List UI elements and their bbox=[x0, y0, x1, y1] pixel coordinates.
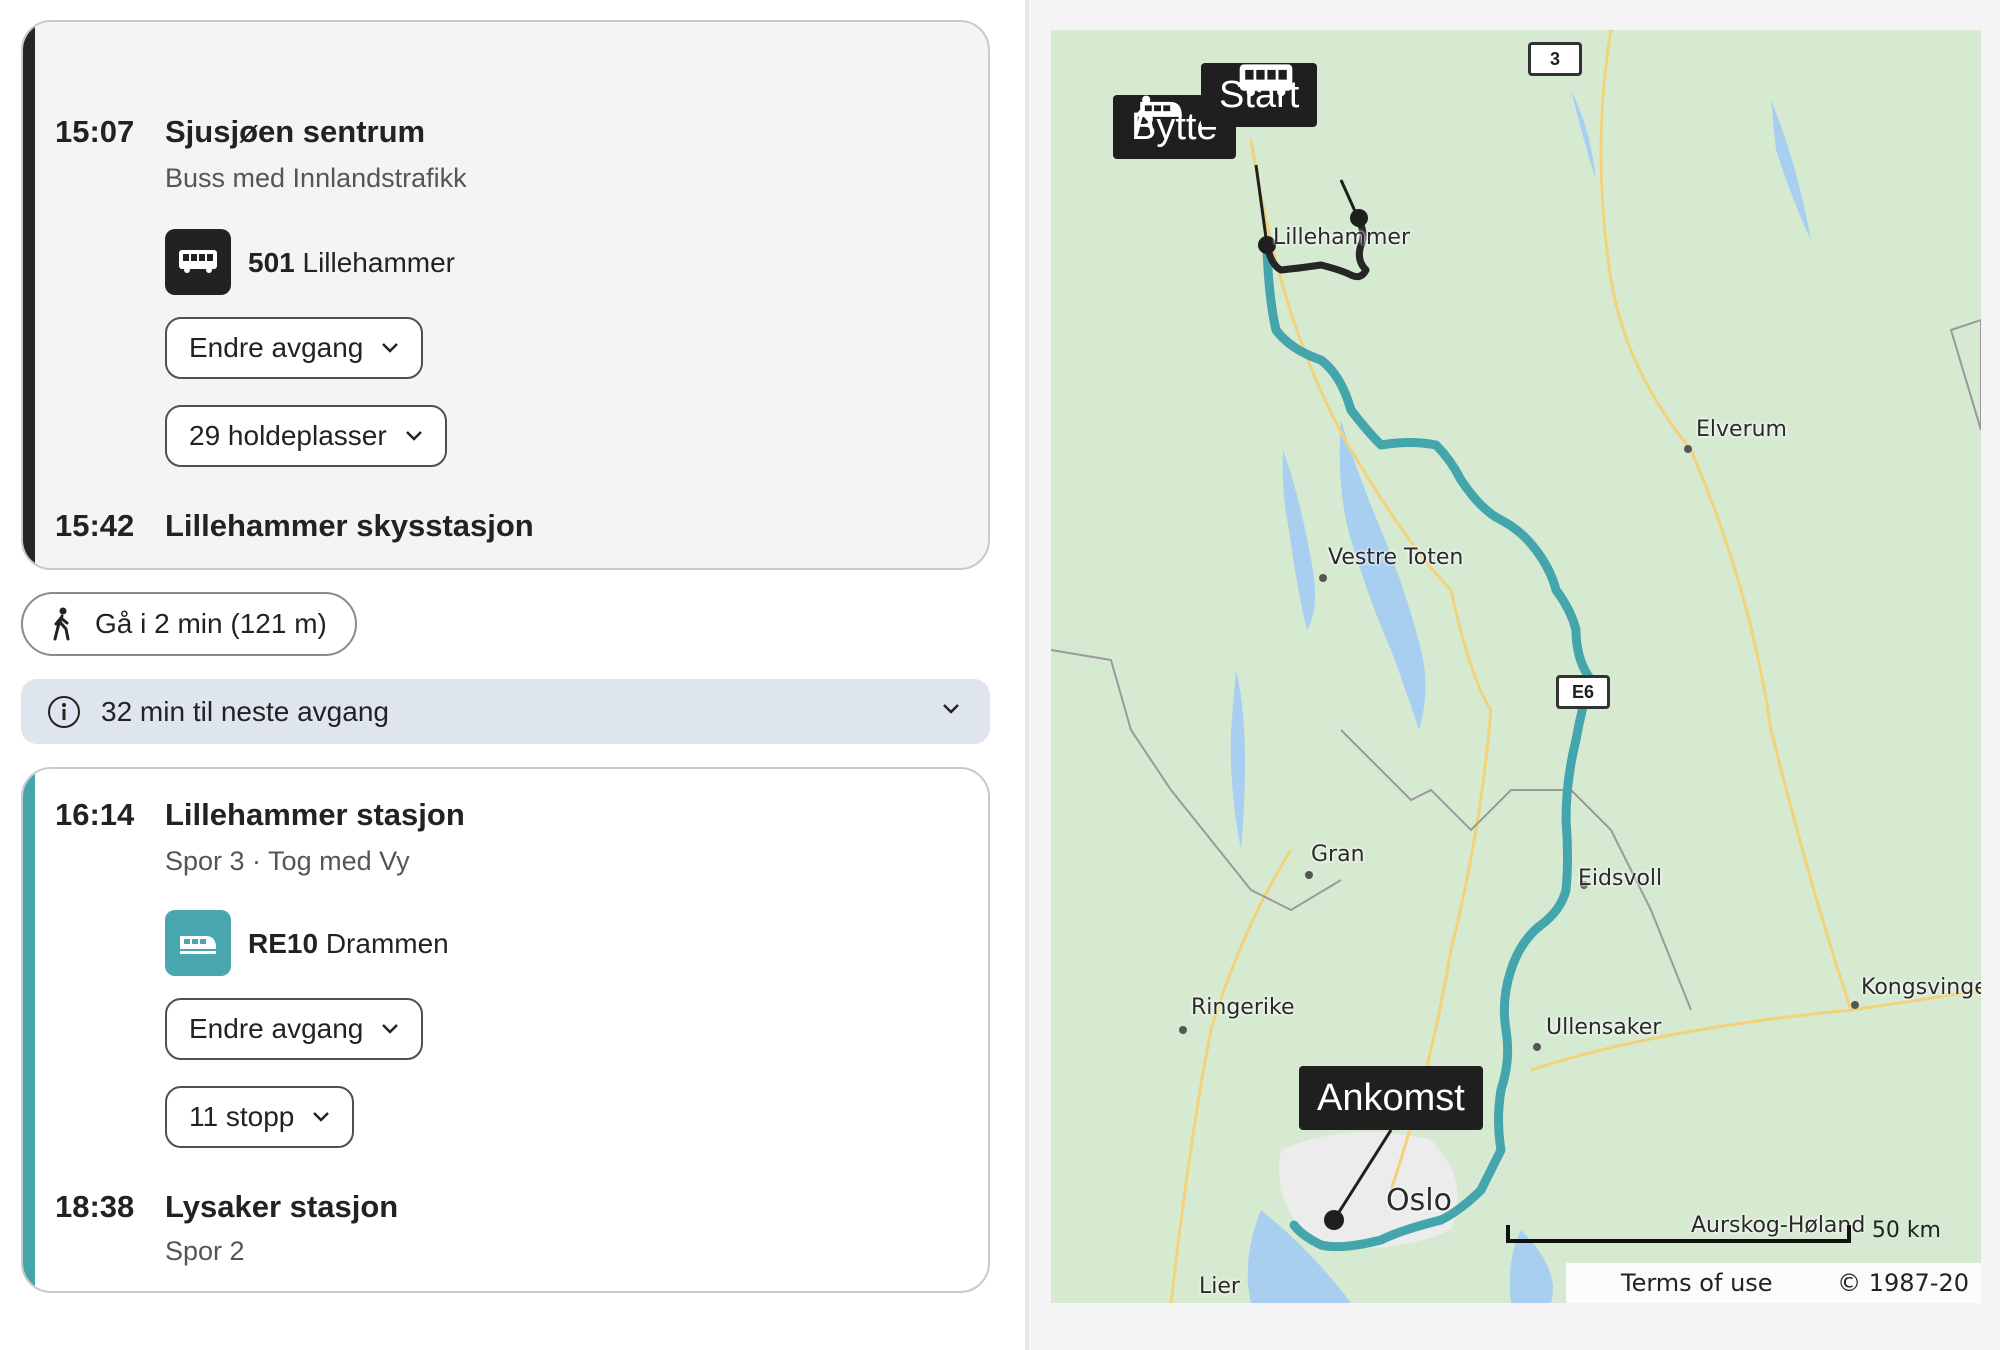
chevron-down-icon bbox=[405, 431, 422, 441]
stops-toggle-button[interactable]: 29 holdeplasser bbox=[165, 405, 447, 467]
place-vestre-toten: Vestre Toten bbox=[1328, 545, 1464, 570]
place-ringerike: Ringerike bbox=[1191, 995, 1295, 1020]
line-destination: Lillehammer bbox=[302, 247, 456, 278]
map-attribution: Terms of use © 1987-20 bbox=[1566, 1263, 1981, 1303]
chevron-down-icon bbox=[382, 343, 399, 353]
stops-label: 29 holdeplasser bbox=[189, 420, 387, 451]
road-e6 bbox=[1249, 139, 1493, 1191]
road-shield-3: 3 bbox=[1528, 42, 1582, 76]
bus-icon bbox=[165, 229, 231, 295]
platform-and-mode: Spor 3 · Tog med Vy bbox=[165, 846, 410, 876]
line-destination: Drammen bbox=[325, 928, 449, 959]
place-lier: Lier bbox=[1199, 1274, 1240, 1299]
walking-person-icon bbox=[53, 607, 70, 641]
start-callout[interactable]: Start bbox=[1201, 63, 1318, 127]
departure-stop: Lillehammer stasjon bbox=[165, 797, 465, 832]
train-icon bbox=[1140, 101, 1182, 117]
departure-stop: Sjusjøen sentrum bbox=[165, 114, 426, 149]
map-scale-bar bbox=[1506, 1225, 1851, 1243]
road-shield-e6: E6 bbox=[1556, 675, 1610, 709]
change-departure-button[interactable]: Endre avgang bbox=[165, 317, 424, 379]
map-copyright: © 1987-20 bbox=[1837, 1269, 1969, 1297]
train-leg-card: 16:14 Lillehammer stasjon Spor 3 · Tog m… bbox=[21, 767, 990, 1293]
arrival-platform: Spor 2 bbox=[165, 1236, 245, 1266]
bus-leg-card: 15:07 Sjusjøen sentrum Buss med Innlands… bbox=[21, 20, 990, 570]
train-icon bbox=[165, 910, 231, 976]
departure-time: 15:07 bbox=[55, 114, 135, 149]
arrival-point-marker[interactable] bbox=[1324, 1210, 1344, 1230]
chevron-down-icon bbox=[382, 1024, 399, 1034]
town-dot bbox=[1533, 1043, 1541, 1051]
chevron-down-icon bbox=[313, 1112, 330, 1122]
lake bbox=[1230, 670, 1245, 850]
departure-time: 16:14 bbox=[55, 797, 135, 832]
arrival-time: 18:38 bbox=[55, 1189, 135, 1224]
town-dot bbox=[1319, 574, 1327, 582]
stops-toggle-button[interactable]: 11 stopp bbox=[165, 1086, 355, 1148]
map-panel: 3 E6 Lillehammer Elverum Vestre Toten Gr… bbox=[1025, 0, 2000, 1350]
place-elverum: Elverum bbox=[1696, 417, 1787, 442]
place-oslo: Oslo bbox=[1386, 1183, 1452, 1218]
chevron-down-icon bbox=[943, 704, 959, 714]
county-border bbox=[1051, 649, 1342, 912]
lake bbox=[1771, 100, 1811, 240]
arrival-stop: Lysaker stasjon bbox=[165, 1189, 399, 1224]
road bbox=[1599, 30, 1693, 451]
arrival-callout-label: Ankomst bbox=[1317, 1076, 1465, 1119]
arrival-callout[interactable]: Ankomst bbox=[1299, 1066, 1483, 1130]
walk-label: Gå i 2 min (121 m) bbox=[95, 608, 327, 639]
change-departure-label: Endre avgang bbox=[189, 1013, 364, 1044]
line-code: 501 bbox=[248, 247, 295, 278]
walk-segment[interactable]: Gå i 2 min (121 m) bbox=[21, 592, 357, 656]
road bbox=[1689, 449, 1853, 1011]
place-ullensaker: Ullensaker bbox=[1546, 1015, 1662, 1040]
train-leg-bar bbox=[23, 769, 35, 1291]
place-kongsvinger: Kongsvinge bbox=[1861, 975, 1981, 1000]
map-canvas bbox=[1051, 30, 1981, 1303]
transport-mode: Buss med Innlandstrafikk bbox=[165, 163, 467, 193]
bus-leg-bar bbox=[23, 22, 35, 568]
arrival-stop: Lillehammer skysstasjon bbox=[165, 508, 534, 543]
change-departure-label: Endre avgang bbox=[189, 332, 364, 363]
line-name: RE10 Drammen bbox=[248, 928, 449, 960]
change-callout-line bbox=[1254, 164, 1269, 246]
itinerary-panel: 15:07 Sjusjøen sentrum Buss med Innlands… bbox=[0, 0, 1025, 1350]
map-scale-label: 50 km bbox=[1871, 1218, 1941, 1243]
stops-label: 11 stopp bbox=[189, 1101, 295, 1132]
lake-randsfjorden bbox=[1282, 450, 1315, 630]
town-dot bbox=[1179, 1026, 1187, 1034]
national-border bbox=[1949, 318, 1981, 431]
wait-info-bar[interactable]: 32 min til neste avgang bbox=[21, 679, 990, 744]
lake-mjosa bbox=[1339, 420, 1426, 730]
wait-label: 32 min til neste avgang bbox=[101, 695, 389, 727]
town-dot bbox=[1305, 871, 1313, 879]
town-dot bbox=[1684, 445, 1692, 453]
route-map[interactable]: 3 E6 Lillehammer Elverum Vestre Toten Gr… bbox=[1051, 30, 1981, 1303]
info-icon bbox=[48, 695, 80, 728]
place-gran: Gran bbox=[1311, 842, 1365, 867]
change-departure-button[interactable]: Endre avgang bbox=[165, 998, 424, 1060]
line-code: RE10 bbox=[248, 928, 319, 959]
town-dot bbox=[1851, 1001, 1859, 1009]
line-name: 501 Lillehammer bbox=[248, 247, 455, 279]
terms-of-use-link[interactable]: Terms of use bbox=[1621, 1269, 1773, 1297]
place-eidsvoll: Eidsvoll bbox=[1578, 866, 1663, 891]
place-lillehammer: Lillehammer bbox=[1273, 225, 1410, 250]
bus-icon bbox=[1239, 64, 1293, 97]
lake bbox=[1571, 90, 1596, 180]
arrival-time: 15:42 bbox=[55, 508, 135, 543]
